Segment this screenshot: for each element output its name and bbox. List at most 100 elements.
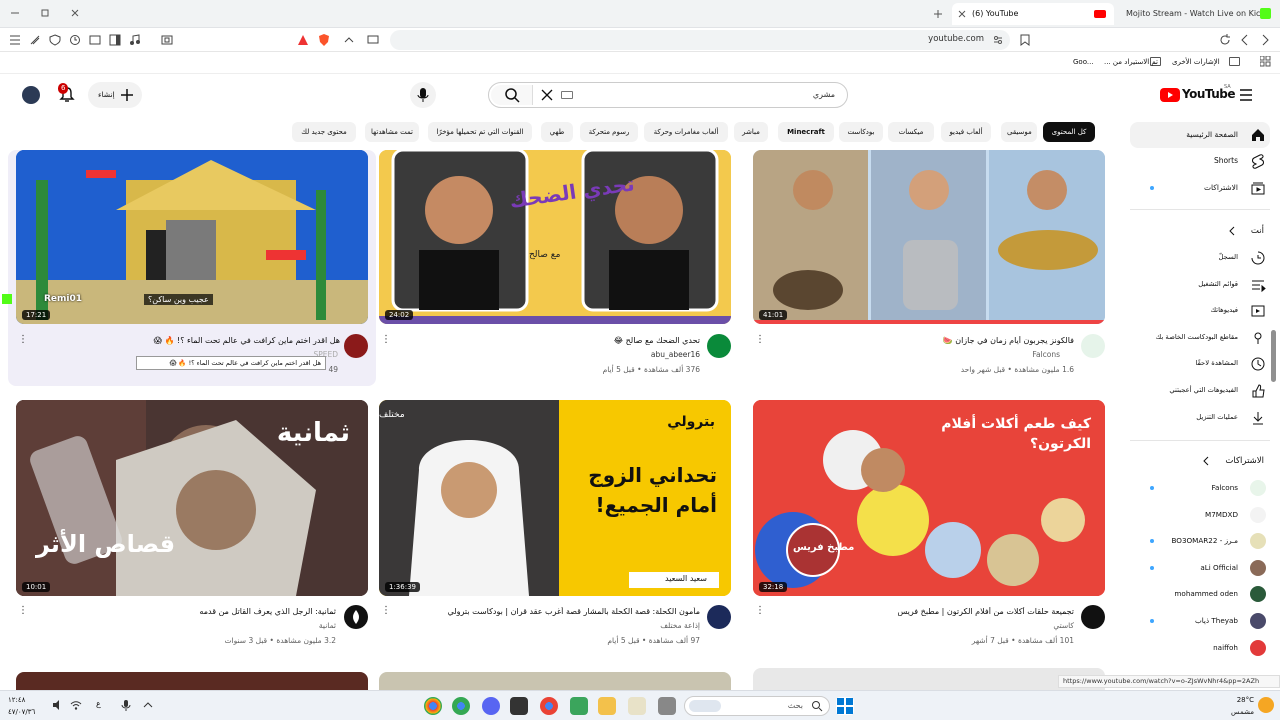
video-title[interactable]: تحدي الضحك مع صالح 😂	[500, 336, 700, 345]
tab-kick[interactable]: Mojito Stream - Watch Live on Kick	[1124, 3, 1274, 25]
sidebar-item[interactable]: فيديوهاتك	[1130, 298, 1280, 324]
sidebar-subscription[interactable]: Theyab ذياب	[1130, 608, 1280, 634]
music-icon[interactable]	[128, 33, 142, 47]
warning-icon[interactable]	[296, 33, 310, 47]
chrome-icon[interactable]	[540, 697, 558, 715]
close-window-icon[interactable]	[68, 6, 82, 20]
sidebar-subscription[interactable]: M7MDXD	[1130, 502, 1280, 528]
video-thumbnail[interactable]	[379, 672, 731, 690]
video-thumbnail[interactable]: تحدي الضحك مع صالح 24:02	[379, 150, 731, 324]
sidebar-item[interactable]: قوائم التشغيل	[1130, 272, 1280, 298]
channel-name[interactable]: كاستي	[960, 621, 1074, 630]
sidebar-subscription[interactable]: naiffoh	[1130, 635, 1280, 661]
more-options-icon[interactable]: ⋮	[381, 605, 391, 616]
tab-youtube[interactable]: (6) YouTube	[952, 3, 1114, 25]
chevron-up-icon[interactable]	[142, 699, 154, 711]
channel-avatar[interactable]	[344, 605, 368, 629]
bookmark-other[interactable]: الإشارات الأخرى	[1172, 58, 1220, 66]
wifi-icon[interactable]	[70, 699, 82, 711]
video-title[interactable]: فالكونز يجربون أيام زمان في جازان 🍉	[860, 336, 1074, 345]
more-options-icon[interactable]: ⋮	[755, 334, 765, 345]
channel-name[interactable]: إذاعة مختلف	[560, 621, 700, 630]
share-icon[interactable]	[342, 33, 356, 47]
channel-name[interactable]: ثمانية	[200, 621, 336, 630]
video-thumbnail[interactable]: عجيب وين ساكن؟ Remi01 17:21	[16, 150, 368, 324]
app-icon[interactable]	[510, 697, 528, 715]
sidebar-item[interactable]: السجلّ	[1130, 245, 1280, 271]
chip[interactable]: بودكاست	[839, 122, 883, 142]
sidebar-toggle-icon[interactable]	[108, 33, 122, 47]
channel-name[interactable]: Falcons	[960, 350, 1060, 359]
search-button[interactable]	[491, 85, 533, 105]
sidebar-item-subscriptions[interactable]: الاشتراكات	[1130, 175, 1280, 201]
video-thumbnail[interactable]: 41:01	[753, 150, 1105, 324]
bookmark-imported[interactable]: تم الاستيراد من ...	[1104, 58, 1158, 66]
search-box[interactable]: مشري	[488, 82, 848, 108]
apps-grid-icon[interactable]	[1260, 56, 1271, 67]
history-icon[interactable]	[68, 33, 82, 47]
video-title[interactable]: ثمانية: الرجل الذي يعرف القاتل من قدمه	[120, 607, 336, 616]
leo-icon[interactable]	[28, 33, 42, 47]
sidebar-subscription[interactable]: aLi Official	[1130, 555, 1280, 581]
wallet-icon[interactable]	[88, 33, 102, 47]
weather-widget[interactable]: 28°C مشمس	[1214, 694, 1254, 718]
more-options-icon[interactable]: ⋮	[381, 334, 391, 345]
language-indicator[interactable]: ع	[96, 699, 101, 708]
sidebar-item-home[interactable]: الصفحة الرئيسية	[1130, 122, 1270, 148]
app-icon[interactable]	[570, 697, 588, 715]
channel-avatar[interactable]	[344, 334, 368, 358]
channel-avatar[interactable]	[707, 334, 731, 358]
app-icon[interactable]	[628, 697, 646, 715]
hamburger-icon[interactable]	[1238, 88, 1254, 102]
sidebar-item[interactable]: الفيديوهات التي أعجبتني	[1130, 378, 1280, 404]
chip[interactable]: ميكسات	[888, 122, 934, 142]
channel-avatar[interactable]	[1081, 605, 1105, 629]
video-title[interactable]: تجميعة حلقات أكلات من أفلام الكرتون | مط…	[850, 607, 1074, 616]
chip[interactable]: محتوى جديد لك	[292, 122, 356, 142]
chip[interactable]: ألعاب فيديو	[941, 122, 991, 142]
more-options-icon[interactable]: ⋮	[18, 605, 28, 616]
restore-icon[interactable]	[38, 6, 52, 20]
reload-icon[interactable]	[1218, 33, 1232, 47]
voice-search-button[interactable]	[410, 82, 436, 108]
chrome-icon[interactable]	[424, 697, 442, 715]
sidebar-subscription[interactable]: mohammed oden	[1130, 581, 1280, 607]
more-options-icon[interactable]: ⋮	[755, 605, 765, 616]
more-options-icon[interactable]: ⋮	[18, 334, 28, 345]
video-thumbnail[interactable]	[753, 668, 1105, 690]
brave-shield-icon[interactable]	[316, 32, 332, 48]
site-settings-icon[interactable]	[992, 34, 1004, 46]
sidebar-you-header[interactable]: أنت	[1130, 218, 1280, 244]
video-thumbnail[interactable]	[16, 672, 368, 690]
bookmark-goo[interactable]: Goo...	[1073, 58, 1094, 66]
close-tab-icon[interactable]	[958, 10, 966, 18]
mic-icon[interactable]	[120, 699, 132, 711]
chrome-icon[interactable]	[452, 697, 470, 715]
forward-icon[interactable]	[1258, 33, 1272, 47]
speaker-icon[interactable]	[52, 699, 64, 711]
windows-start-icon[interactable]	[836, 697, 854, 715]
shield-icon[interactable]	[48, 33, 62, 47]
menu-icon[interactable]	[8, 33, 22, 47]
avatar[interactable]	[22, 86, 40, 104]
task-view-icon[interactable]	[658, 697, 676, 715]
sidebar-item[interactable]: المشاهدة لاحقًا	[1130, 351, 1280, 377]
chip[interactable]: القنوات التي تم تحميلها مؤخرًا	[428, 122, 532, 142]
clear-search-icon[interactable]	[541, 89, 553, 101]
back-icon[interactable]	[1238, 33, 1252, 47]
scrollbar-thumb[interactable]	[1271, 330, 1276, 382]
sidebar-item-shorts[interactable]: Shorts	[1130, 148, 1280, 174]
bookmark-icon[interactable]	[1018, 33, 1032, 47]
chip[interactable]: كل المحتوى	[1043, 122, 1095, 142]
search-input[interactable]: مشري	[813, 90, 835, 99]
address-bar[interactable]: youtube.com	[390, 30, 1010, 50]
sidebar-subs-header[interactable]: الاشتراكات	[1130, 448, 1280, 474]
screenshot-icon[interactable]	[160, 33, 174, 47]
chip[interactable]: مباشر	[734, 122, 768, 142]
channel-name[interactable]: abu_abeer16	[560, 350, 700, 359]
discord-icon[interactable]	[482, 697, 500, 715]
sidebar-item[interactable]: عمليات التنزيل	[1130, 405, 1280, 431]
chip[interactable]: موسيقى	[1001, 122, 1037, 142]
chip[interactable]: طهي	[541, 122, 573, 142]
chip[interactable]: Minecraft	[778, 122, 834, 142]
